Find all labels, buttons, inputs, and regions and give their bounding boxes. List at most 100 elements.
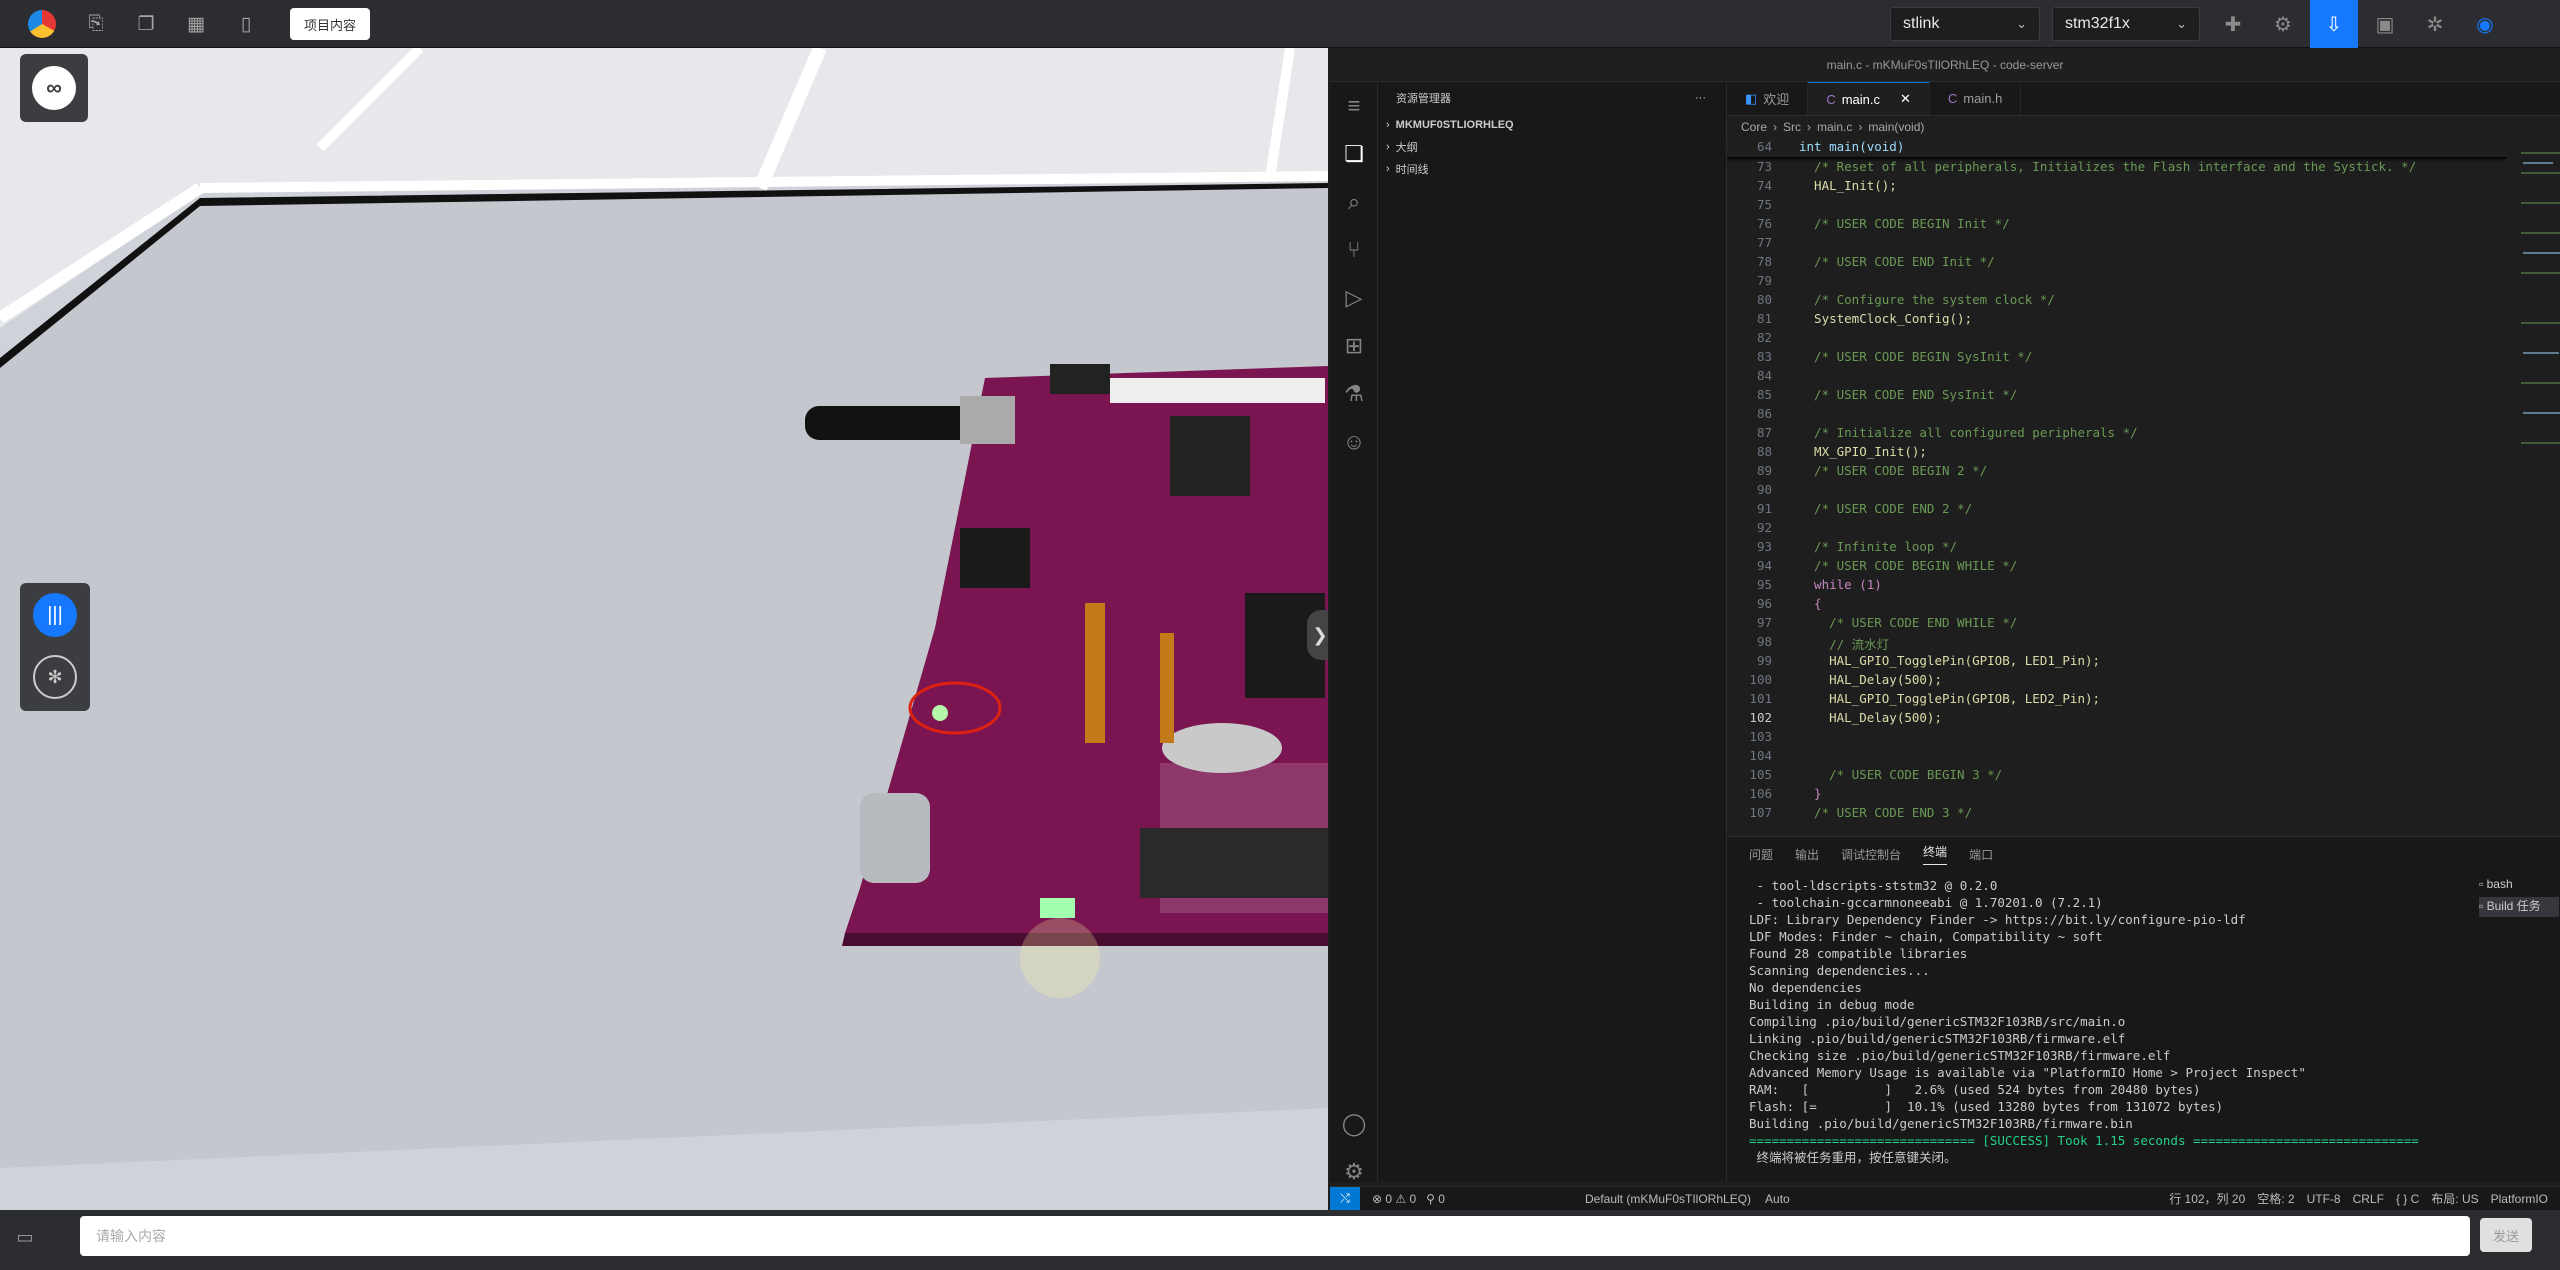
status-language[interactable]: { } C [2396,1192,2419,1206]
debug-chip-icon[interactable]: ⚙ [2268,9,2298,39]
status-eol[interactable]: CRLF [2353,1192,2384,1206]
status-profile[interactable]: Default (mKMuF0sTIlORhLEQ) [1585,1192,1751,1206]
remote-icon[interactable]: ⤭ [1330,1186,1360,1211]
plugin-icon[interactable]: ✚ [2218,9,2248,39]
tree-item-workspace[interactable]: › MKMUF0STLIORHLEQ [1378,114,1726,136]
terminal-bash[interactable]: ▫ bash [2479,877,2559,897]
source-control-icon[interactable]: ⑂ [1330,226,1378,274]
code-line: /* USER CODE BEGIN WHILE */ [1799,558,2018,573]
tab-label: 欢迎 [1763,92,1790,107]
panel-tab-output[interactable]: 输出 [1795,846,1819,863]
code-line: /* USER CODE BEGIN 3 */ [1799,767,2003,782]
terminal-toggle-icon[interactable]: ▭ [10,1222,40,1252]
ports-icon[interactable]: ⚲ 0 [1426,1192,1445,1206]
download-icon[interactable]: ⇩ [2310,0,2358,48]
status-bar: ⤭ ⊗ 0 ⚠ 0 ⚲ 0 Default (mKMuF0sTIlORhLEQ)… [1330,1186,2560,1211]
tree-item-outline[interactable]: › 大纲 [1378,136,1726,158]
code-line: /* Initialize all configured peripherals… [1799,425,2138,440]
file-icon[interactable]: ⎘ [82,10,110,38]
bug-icon[interactable]: ✻ [33,655,77,699]
send-button[interactable]: 发送 [2480,1218,2532,1252]
menu-icon[interactable]: ≡ [1330,82,1378,130]
status-platformio[interactable]: PlatformIO [2491,1192,2548,1206]
code-line: SystemClock_Config(); [1799,311,1973,326]
code-line: /* USER CODE BEGIN SysInit */ [1799,349,2033,364]
crumb[interactable]: main.c [1817,120,1852,134]
minimap[interactable] [2517,142,2560,562]
line-number: 73 [1756,159,1772,174]
panel-tab-debug-console[interactable]: 调试控制台 [1841,846,1901,863]
crumb[interactable]: Src [1783,120,1801,134]
panel-tabs: 问题 输出 调试控制台 终端 端口 [1727,837,2560,871]
settings-icon[interactable]: ✲ [2420,9,2450,39]
programmer-value: stlink [1903,15,1940,32]
code-line: /* USER CODE END 2 */ [1799,501,1973,516]
code-line: int main(void) [1799,139,1905,154]
line-number: 95 [1756,577,1772,592]
code-line: /* USER CODE BEGIN Init */ [1799,216,2010,231]
line-number: 98 [1756,634,1772,649]
app-logo-icon [28,10,56,38]
close-icon[interactable]: ✕ [1900,91,1911,107]
copy-icon[interactable]: ❐ [132,10,160,38]
more-icon[interactable]: ··· [1695,92,1706,104]
account-icon[interactable]: ◯ [1330,1100,1378,1148]
link-button[interactable]: ∞ [20,54,88,122]
expand-panel-button[interactable]: ❯ [1307,610,1328,660]
extensions-icon[interactable]: ⊞ [1330,322,1378,370]
platformio-icon[interactable]: ☺ [1330,418,1378,466]
line-number: 93 [1756,539,1772,554]
line-number: 85 [1756,387,1772,402]
search-icon[interactable]: ⌕ [1330,178,1378,226]
panel-tab-problems[interactable]: 问题 [1749,846,1773,863]
run-debug-icon[interactable]: ▷ [1330,274,1378,322]
view-mode-icon[interactable]: ||| [33,593,77,637]
terminal-output[interactable]: - tool-ldscripts-ststm32 @ 0.2.0 - toolc… [1749,877,2479,1166]
status-problems[interactable]: ⊗ 0 ⚠ 0 [1372,1192,1416,1206]
line-number: 77 [1756,235,1772,250]
line-number: 83 [1756,349,1772,364]
terminal-line: LDF: Library Dependency Finder -> https:… [1749,912,2246,927]
tree-item-timeline[interactable]: › 时间线 [1378,158,1726,180]
board-3d-view[interactable]: ∞ ||| ✻ ❯ [0,48,1328,1210]
book-icon[interactable]: ▯ [232,10,260,38]
status-position[interactable]: 行 102，列 20 [2169,1190,2245,1207]
chip-select[interactable]: stm32f1x ⌄ [2052,7,2200,41]
link-icon: ∞ [32,66,76,110]
scene-svg [0,48,1328,1210]
terminal-line: Compiling .pio/build/genericSTM32F103RB/… [1749,1014,2126,1029]
status-layout[interactable]: 布局: US [2431,1190,2478,1207]
code-line: /* Configure the system clock */ [1799,292,2055,307]
terminal-line: Building .pio/build/genericSTM32F103RB/f… [1749,1116,2133,1131]
sticky-scroll-line[interactable]: 64 int main(void) [1727,138,2507,157]
status-encoding[interactable]: UTF-8 [2307,1192,2341,1206]
grid-icon[interactable]: ▦ [182,10,210,38]
explorer-icon[interactable]: ❏ [1330,130,1378,178]
terminal-line: - tool-ldscripts-ststm32 @ 0.2.0 [1749,878,1998,893]
code-line: // 流水灯 [1799,637,1890,652]
status-auto[interactable]: Auto [1765,1192,1790,1206]
crumb[interactable]: main(void) [1868,120,1924,134]
terminal-build-task[interactable]: ▫ Build 任务 [2479,897,2559,917]
terminal-line: RAM: [ ] 2.6% (used 524 bytes from 20480… [1749,1082,2201,1097]
project-content-button[interactable]: 项目内容 [290,8,370,40]
line-number: 91 [1756,501,1772,516]
tab-main-h[interactable]: Cmain.h [1930,82,2022,115]
terminal-success-line: ============================== [SUCCESS]… [1749,1133,2419,1148]
crumb[interactable]: Core [1741,120,1767,134]
status-spaces[interactable]: 空格: 2 [2257,1190,2294,1207]
user-icon[interactable]: ◉ [2470,9,2500,39]
line-number: 88 [1756,444,1772,459]
chat-input[interactable]: 请输入内容 [80,1216,2470,1256]
save-icon[interactable]: ▣ [2370,9,2400,39]
programmer-select[interactable]: stlink ⌄ [1890,7,2040,41]
tab-main-c[interactable]: Cmain.c ✕ [1808,82,1930,115]
code-line: /* USER CODE END SysInit */ [1799,387,2018,402]
panel-tab-ports[interactable]: 端口 [1969,846,1993,863]
tab-welcome[interactable]: ◧ 欢迎 [1727,82,1809,115]
testing-icon[interactable]: ⚗ [1330,370,1378,418]
code-editor[interactable]: 64 int main(void) 73 /* Reset of all perip… [1727,138,2507,852]
panel-tab-terminal[interactable]: 终端 [1923,843,1948,865]
terminal-line: Flash: [= ] 10.1% (used 13280 bytes from… [1749,1099,2224,1114]
tree-label: 大纲 [1395,142,1418,154]
